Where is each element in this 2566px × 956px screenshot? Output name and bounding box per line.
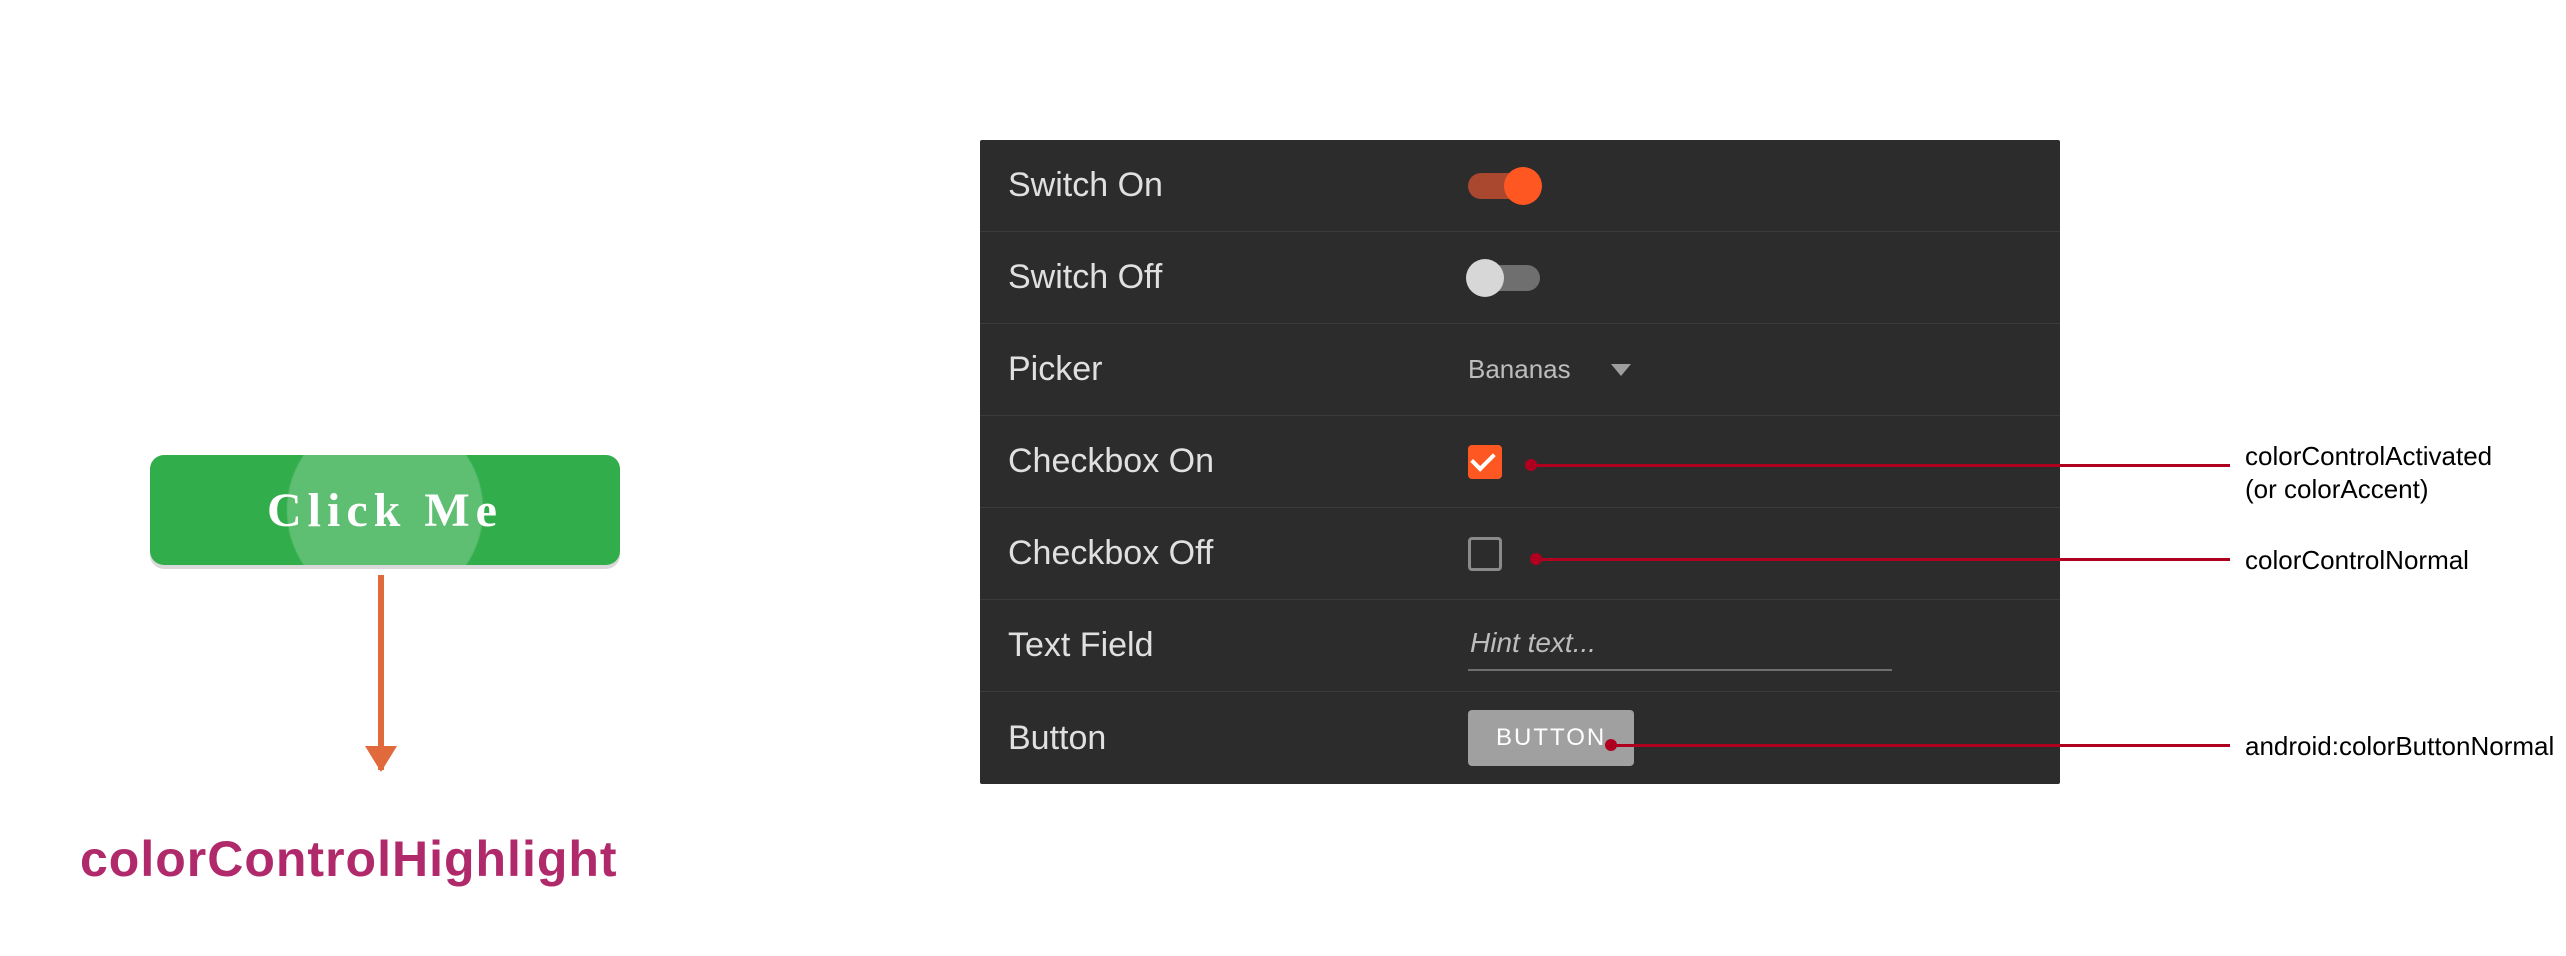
switch-off-label: Switch Off [1008,258,1468,297]
chevron-down-icon [1611,364,1631,376]
callout-activated-line1: colorControlActivated [2245,441,2492,471]
switch-on-label: Switch On [1008,166,1468,205]
row-checkbox-off: Checkbox Off [980,508,2060,600]
callout-normal: colorControlNormal [2245,544,2469,577]
controls-panel: Switch On Switch Off Picker Bananas Chec… [980,140,2060,784]
callout-line-activated [1530,464,2230,467]
row-button: Button BUTTON [980,692,2060,784]
picker-label: Picker [1008,350,1468,389]
checkbox-on-label: Checkbox On [1008,442,1468,481]
checkbox-on[interactable] [1468,445,1502,479]
text-field-label: Text Field [1008,626,1468,665]
row-checkbox-on: Checkbox On [980,416,2060,508]
button-row-label: Button [1008,719,1468,758]
row-text-field: Text Field Hint text... [980,600,2060,692]
callout-activated: colorControlActivated (or colorAccent) [2245,440,2492,505]
picker-value: Bananas [1468,354,1571,385]
arrow-down-icon [378,575,384,770]
text-field-input[interactable]: Hint text... [1468,621,1892,671]
picker-dropdown[interactable]: Bananas [1468,354,1631,385]
click-me-button[interactable]: Click Me [150,455,620,565]
checkbox-off[interactable] [1468,537,1502,571]
callout-line-button-normal [1610,744,2230,747]
row-switch-off: Switch Off [980,232,2060,324]
checkbox-off-label: Checkbox Off [1008,534,1468,573]
row-switch-on: Switch On [980,140,2060,232]
color-control-highlight-label: colorControlHighlight [80,830,618,888]
switch-off-toggle[interactable] [1468,265,1540,291]
callout-button-normal: android:colorButtonNormal [2245,730,2554,763]
row-picker: Picker Bananas [980,324,2060,416]
click-me-label: Click Me [267,483,503,538]
material-button[interactable]: BUTTON [1468,710,1634,766]
callout-activated-line2: (or colorAccent) [2245,473,2492,506]
switch-on-toggle[interactable] [1468,173,1540,199]
callout-line-normal [1535,558,2230,561]
